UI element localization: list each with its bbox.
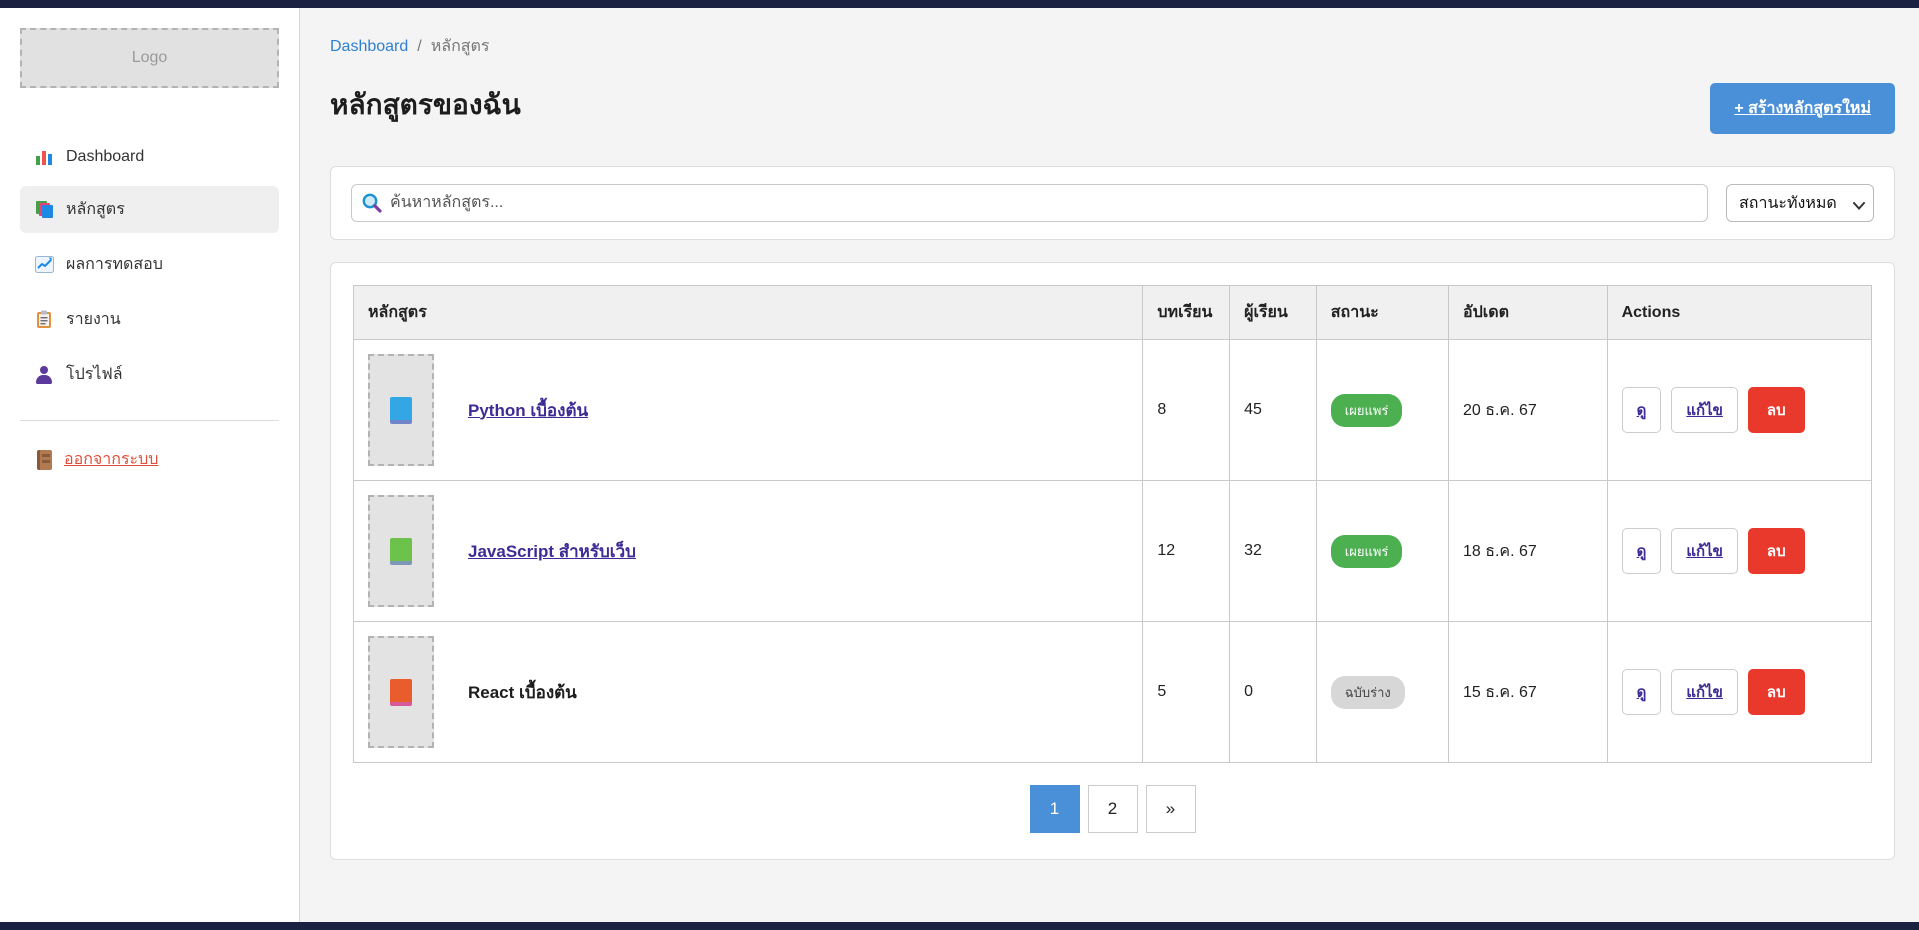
search-icon — [361, 192, 383, 214]
create-course-button[interactable]: + สร้างหลักสูตรใหม่ — [1710, 83, 1895, 134]
top-frame-bar — [0, 0, 1919, 8]
main-content: Dashboard / หลักสูตร หลักสูตรของฉัน + สร… — [300, 8, 1919, 922]
logout-link[interactable]: ออกจากระบบ — [20, 447, 279, 472]
search-field-wrap — [351, 184, 1708, 222]
col-header-students: ผู้เรียน — [1230, 286, 1317, 340]
col-header-actions: Actions — [1607, 286, 1871, 340]
row-actions: ดู แก้ไข ลบ — [1622, 669, 1857, 715]
bar-chart-icon — [34, 147, 54, 167]
col-header-updated: อัปเดต — [1448, 286, 1607, 340]
sidebar-divider — [20, 420, 279, 421]
col-header-course: หลักสูตร — [354, 286, 1143, 340]
breadcrumb: Dashboard / หลักสูตร — [330, 34, 1895, 59]
students-count: 32 — [1230, 481, 1317, 622]
sidebar-item-reports[interactable]: รายงาน — [20, 296, 279, 343]
logout-label: ออกจากระบบ — [64, 447, 158, 472]
sidebar-item-label: ผลการทดสอบ — [66, 252, 163, 277]
status-filter-select[interactable]: สถานะทั้งหมด — [1726, 184, 1874, 222]
table-header-row: หลักสูตร บทเรียน ผู้เรียน สถานะ อัปเดต A… — [354, 286, 1872, 340]
edit-button[interactable]: แก้ไข — [1671, 387, 1738, 433]
table-row: JavaScript สำหรับเว็บ 12 32 เผยแพร่ 18 ธ… — [354, 481, 1872, 622]
door-icon — [34, 450, 54, 470]
students-count: 45 — [1230, 340, 1317, 481]
breadcrumb-current: หลักสูตร — [431, 34, 490, 59]
person-icon — [34, 365, 54, 385]
sidebar-item-dashboard[interactable]: Dashboard — [20, 136, 279, 178]
view-button[interactable]: ดู — [1622, 387, 1662, 433]
green-book-icon — [390, 538, 412, 565]
books-icon — [34, 200, 54, 220]
red-book-icon — [390, 679, 412, 706]
course-thumbnail-placeholder — [368, 495, 434, 607]
clipboard-icon — [34, 310, 54, 330]
page-title: หลักสูตรของฉัน — [330, 83, 521, 127]
delete-button[interactable]: ลบ — [1748, 528, 1805, 574]
title-row: หลักสูตรของฉัน + สร้างหลักสูตรใหม่ — [330, 83, 1895, 134]
lessons-count: 8 — [1143, 340, 1230, 481]
page-button-1[interactable]: 1 — [1030, 785, 1080, 833]
blue-book-icon — [390, 397, 412, 424]
chart-increasing-icon — [34, 255, 54, 275]
view-button[interactable]: ดู — [1622, 528, 1662, 574]
col-header-lessons: บทเรียน — [1143, 286, 1230, 340]
status-filter-wrap: สถานะทั้งหมด — [1726, 184, 1874, 222]
sidebar-nav: Dashboard หลักสูตร — [20, 136, 279, 398]
pagination: 1 2 » — [353, 785, 1872, 833]
course-cell: Python เบื้องต้น — [368, 354, 1128, 466]
bottom-frame-bar — [0, 922, 1919, 930]
updated-date: 20 ธ.ค. 67 — [1448, 340, 1607, 481]
search-input[interactable] — [351, 184, 1708, 222]
status-badge: ฉบับร่าง — [1331, 676, 1405, 709]
delete-button[interactable]: ลบ — [1748, 387, 1805, 433]
app-window: Logo Dashboard — [0, 8, 1919, 922]
course-thumbnail-placeholder — [368, 354, 434, 466]
course-title-text: React เบื้องต้น — [468, 679, 577, 706]
lessons-count: 12 — [1143, 481, 1230, 622]
course-thumbnail-placeholder — [368, 636, 434, 748]
sidebar-item-courses[interactable]: หลักสูตร — [20, 186, 279, 233]
students-count: 0 — [1230, 622, 1317, 763]
course-title-link[interactable]: Python เบื้องต้น — [468, 397, 588, 424]
sidebar: Logo Dashboard — [0, 8, 300, 922]
row-actions: ดู แก้ไข ลบ — [1622, 528, 1857, 574]
courses-table: หลักสูตร บทเรียน ผู้เรียน สถานะ อัปเดต A… — [353, 285, 1872, 763]
filter-bar: สถานะทั้งหมด — [330, 166, 1895, 240]
sidebar-item-label: รายงาน — [66, 307, 121, 332]
course-title-link[interactable]: JavaScript สำหรับเว็บ — [468, 538, 636, 565]
col-header-status: สถานะ — [1316, 286, 1448, 340]
updated-date: 15 ธ.ค. 67 — [1448, 622, 1607, 763]
lessons-count: 5 — [1143, 622, 1230, 763]
edit-button[interactable]: แก้ไข — [1671, 528, 1738, 574]
logo-text: Logo — [132, 49, 168, 67]
sidebar-item-label: โปรไฟล์ — [66, 362, 123, 387]
course-cell: React เบื้องต้น — [368, 636, 1128, 748]
edit-button[interactable]: แก้ไข — [1671, 669, 1738, 715]
status-badge: เผยแพร่ — [1331, 394, 1403, 427]
sidebar-item-label: หลักสูตร — [66, 197, 125, 222]
sidebar-item-profile[interactable]: โปรไฟล์ — [20, 351, 279, 398]
courses-table-card: หลักสูตร บทเรียน ผู้เรียน สถานะ อัปเดต A… — [330, 262, 1895, 860]
sidebar-item-label: Dashboard — [66, 148, 144, 166]
page-button-next[interactable]: » — [1146, 785, 1196, 833]
table-row: Python เบื้องต้น 8 45 เผยแพร่ 20 ธ.ค. 67… — [354, 340, 1872, 481]
row-actions: ดู แก้ไข ลบ — [1622, 387, 1857, 433]
breadcrumb-separator: / — [417, 38, 421, 56]
updated-date: 18 ธ.ค. 67 — [1448, 481, 1607, 622]
logo-placeholder: Logo — [20, 28, 279, 88]
delete-button[interactable]: ลบ — [1748, 669, 1805, 715]
table-row: React เบื้องต้น 5 0 ฉบับร่าง 15 ธ.ค. 67 … — [354, 622, 1872, 763]
status-badge: เผยแพร่ — [1331, 535, 1403, 568]
view-button[interactable]: ดู — [1622, 669, 1662, 715]
page-button-2[interactable]: 2 — [1088, 785, 1138, 833]
course-cell: JavaScript สำหรับเว็บ — [368, 495, 1128, 607]
breadcrumb-dashboard-link[interactable]: Dashboard — [330, 38, 408, 56]
sidebar-item-test-results[interactable]: ผลการทดสอบ — [20, 241, 279, 288]
